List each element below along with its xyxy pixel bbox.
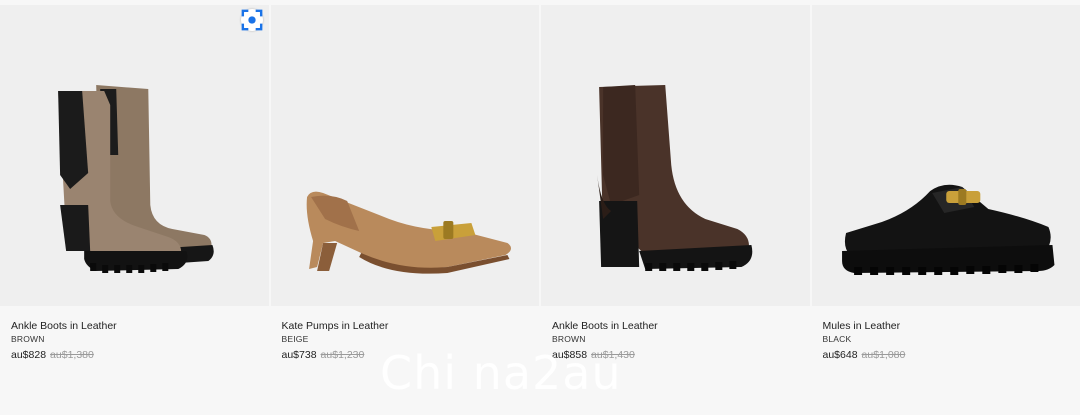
chelsea-boot-icon [58,85,214,273]
product-info: Ankle Boots in Leather BROWN au$858 au$1,… [541,306,810,362]
sale-price: au$648 [822,349,858,361]
product-color: BEIGE [281,334,309,344]
product-info: Ankle Boots in Leather BROWN au$828 au$1,… [0,306,269,362]
original-price: au$1,080 [861,349,906,361]
original-price: au$1,380 [50,349,94,361]
product-color: BROWN [11,334,45,344]
product-card[interactable]: Ankle Boots in Leather BROWN au$858 au$1,… [541,5,810,415]
product-prices: au$738 au$1,230 [282,349,529,362]
product-card[interactable]: Ankle Boots in Leather BROWN au$828 au$1,… [0,5,269,415]
original-price: au$1,230 [320,349,365,361]
product-card[interactable]: Mules in Leather BLACK au$648 au$1,080 [811,5,1080,415]
product-card[interactable]: Kate Pumps in Leather BEIGE au$738 au$1,2… [270,5,540,415]
product-name[interactable]: Mules in Leather [823,320,1070,333]
product-name[interactable]: Ankle Boots in Leather [552,320,799,333]
product-color: BROWN [552,334,586,344]
visual-search-icon [241,9,262,31]
pump-shoe-icon [306,191,511,274]
sale-price: au$858 [552,349,588,361]
product-grid: Ankle Boots in Leather BROWN au$828 au$1,… [0,5,1080,415]
product-info: Kate Pumps in Leather BEIGE au$738 au$1,2… [271,306,540,362]
product-prices: au$858 au$1,430 [552,349,799,362]
original-price: au$1,430 [591,349,635,361]
product-listing-page: Ankle Boots in Leather BROWN au$828 au$1,… [0,0,1080,415]
product-prices: au$648 au$1,080 [823,349,1070,362]
product-image[interactable] [541,5,810,306]
sale-price: au$828 [11,349,47,361]
product-image[interactable] [270,5,539,306]
product-prices: au$828 au$1,380 [11,349,258,362]
mule-loafer-icon [841,184,1054,275]
product-image[interactable] [0,5,269,306]
product-color: BLACK [822,334,852,344]
sale-price: au$738 [281,349,317,361]
product-image[interactable] [811,5,1080,306]
visual-search-button[interactable] [240,9,263,31]
product-name[interactable]: Kate Pumps in Leather [282,320,529,333]
heeled-boot-icon [597,85,753,271]
product-info: Mules in Leather BLACK au$648 au$1,080 [812,306,1080,362]
product-name[interactable]: Ankle Boots in Leather [11,320,258,333]
